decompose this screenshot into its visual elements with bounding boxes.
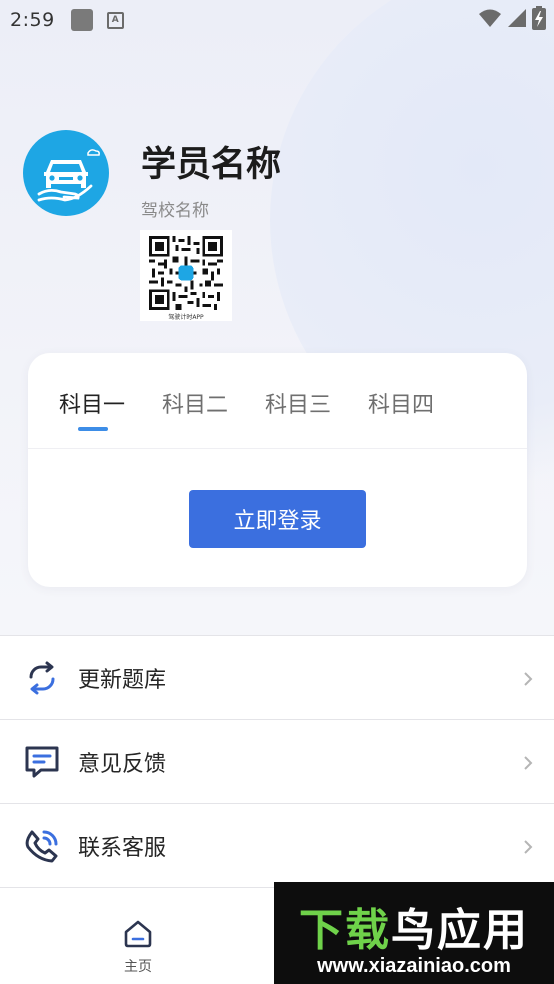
menu-item-update-question-bank[interactable]: 更新题库: [0, 636, 554, 720]
qr-code[interactable]: 驾驶计时APP: [140, 230, 232, 321]
menu-item-feedback[interactable]: 意见反馈: [0, 720, 554, 804]
menu-item-label: 更新题库: [78, 667, 167, 693]
login-button[interactable]: 立即登录: [189, 490, 366, 548]
chevron-right-icon: [524, 840, 533, 854]
feedback-icon: [25, 746, 59, 778]
school-name: 驾校名称: [141, 201, 209, 221]
menu-item-contact-service[interactable]: 联系客服: [0, 804, 554, 888]
nav-home[interactable]: 主页: [108, 914, 168, 978]
status-time: 2:59: [10, 9, 55, 31]
watermark-overlay: 下载鸟应用 www.xiazainiao.com: [274, 882, 554, 984]
tab-subject-3[interactable]: 科目三: [265, 387, 331, 419]
student-name: 学员名称: [141, 145, 282, 185]
refresh-icon: [29, 661, 55, 695]
chevron-right-icon: [524, 672, 533, 686]
tab-subject-2[interactable]: 科目二: [162, 387, 228, 419]
watermark-title-part1: 下载: [299, 905, 391, 956]
wifi-icon: [479, 9, 501, 27]
avatar[interactable]: [23, 130, 109, 216]
nav-home-label: 主页: [124, 959, 152, 975]
watermark-url: www.xiazainiao.com: [317, 955, 511, 977]
watermark-title: 下载鸟应用: [274, 894, 554, 958]
battery-icon: [532, 6, 546, 30]
menu-item-label: 意见反馈: [78, 751, 167, 777]
menu-item-label: 联系客服: [78, 835, 167, 861]
home-icon: [124, 920, 152, 948]
tab-subject-4[interactable]: 科目四: [368, 387, 434, 419]
tab-subject-1[interactable]: 科目一: [59, 387, 125, 419]
tab-indicator: [78, 427, 108, 431]
chevron-right-icon: [524, 756, 533, 770]
notification-icon: [70, 9, 93, 31]
phone-icon: [25, 830, 58, 863]
car-hand-icon: [37, 149, 100, 202]
subject-tabs: 科目一 科目二 科目三 科目四: [28, 353, 527, 449]
watermark-title-part2: 鸟应用: [391, 905, 529, 956]
signal-icon: [508, 9, 526, 27]
subject-card: 科目一 科目二 科目三 科目四 立即登录: [28, 353, 527, 587]
settings-menu: 更新题库 意见反馈 联系客服: [0, 635, 554, 888]
qr-code-image: [149, 236, 223, 310]
qr-caption: 驾驶计时APP: [168, 314, 204, 321]
keyboard-notification-icon: A: [106, 11, 124, 29]
status-bar: 2:59 A: [0, 0, 554, 40]
